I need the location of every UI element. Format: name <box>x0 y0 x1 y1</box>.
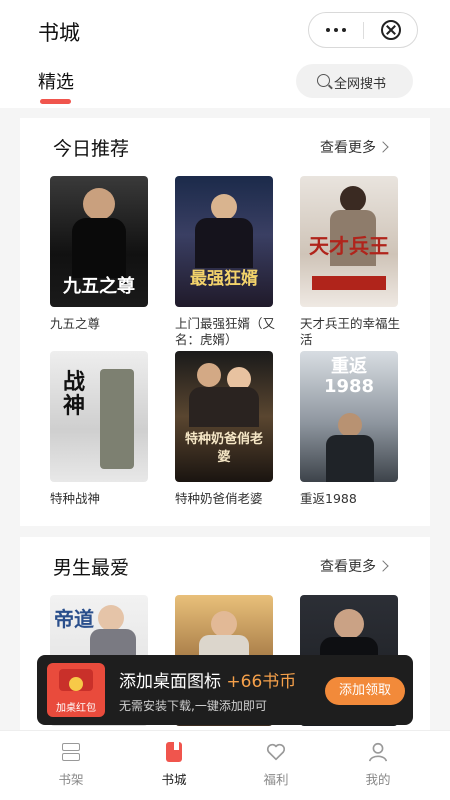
section-title: 今日推荐 <box>53 138 130 160</box>
user-icon <box>367 741 389 763</box>
page-title: 书城 <box>38 21 80 45</box>
bookshelf-icon <box>60 741 82 763</box>
chevron-right-icon <box>377 141 389 153</box>
search-label: 全网搜书 <box>334 77 387 92</box>
book-title: 特种战神 <box>50 491 101 506</box>
book-cover: 天才兵王 <box>300 176 398 307</box>
section-title: 男生最爱 <box>53 557 130 579</box>
book-title: 特种奶爸俏老婆 <box>175 491 263 506</box>
miniapp-capsule <box>308 12 418 48</box>
capsule-divider <box>363 22 364 39</box>
book-item[interactable]: 最强狂婿 上门最强狂婿（又名：虎婿） <box>175 176 275 348</box>
book-cover: 战神 <box>50 351 148 482</box>
tab-featured[interactable]: 精选 <box>38 68 74 94</box>
book-title: 重返1988 <box>300 491 357 506</box>
nav-mine[interactable]: 我的 <box>348 741 408 788</box>
chevron-right-icon <box>377 560 389 572</box>
view-more-link[interactable]: 查看更多 <box>320 556 389 576</box>
close-icon[interactable] <box>381 20 401 40</box>
search-button[interactable]: 全网搜书 <box>296 64 413 98</box>
search-icon <box>317 74 330 87</box>
bottom-navigation: 书架 书城 福利 我的 <box>0 730 450 800</box>
banner-title: 添加桌面图标 +66书币 <box>119 672 297 692</box>
book-cover: 特种奶爸俏老婆 <box>175 351 273 482</box>
red-envelope-icon: 加桌红包 <box>47 663 105 717</box>
tab-bar: 精选 全网搜书 <box>0 62 450 108</box>
book-item[interactable]: 特种奶爸俏老婆 特种奶爸俏老婆 <box>175 351 275 507</box>
book-item[interactable]: 重返1988 重返1988 <box>300 351 400 507</box>
bookstore-icon <box>163 741 185 763</box>
claim-button[interactable]: 添加领取 <box>325 677 405 705</box>
book-cover: 重返1988 <box>300 351 398 482</box>
envelope-label: 加桌红包 <box>56 703 96 714</box>
nav-bookshelf[interactable]: 书架 <box>41 741 101 788</box>
view-more-link[interactable]: 查看更多 <box>320 137 389 157</box>
reward-amount: +66书币 <box>226 672 297 692</box>
book-title: 天才兵王的幸福生活 <box>300 316 401 347</box>
more-options-button[interactable] <box>309 13 363 47</box>
add-to-desktop-banner[interactable]: 加桌红包 添加桌面图标 +66书币 无需安装下载,一键添加即可 添加领取 <box>37 655 413 725</box>
tab-indicator <box>40 99 71 104</box>
more-dots-icon <box>326 28 330 32</box>
nav-benefits[interactable]: 福利 <box>246 741 306 788</box>
book-cover: 最强狂婿 <box>175 176 273 307</box>
section-today-recommend: 今日推荐 查看更多 九五之尊 九五之尊 最强狂婿 上门最强狂婿（又名：虎婿） 天… <box>20 118 430 526</box>
banner-subtitle: 无需安装下载,一键添加即可 <box>119 699 267 713</box>
book-title: 上门最强狂婿（又名：虎婿） <box>175 316 276 347</box>
book-item[interactable]: 九五之尊 九五之尊 <box>50 176 150 332</box>
book-cover: 九五之尊 <box>50 176 148 307</box>
heart-icon <box>265 741 287 763</box>
header: 书城 <box>0 0 450 62</box>
book-item[interactable]: 天才兵王 天才兵王的幸福生活 <box>300 176 400 348</box>
nav-bookstore[interactable]: 书城 <box>144 741 204 788</box>
book-item[interactable]: 战神 特种战神 <box>50 351 150 507</box>
book-title: 九五之尊 <box>50 316 101 331</box>
